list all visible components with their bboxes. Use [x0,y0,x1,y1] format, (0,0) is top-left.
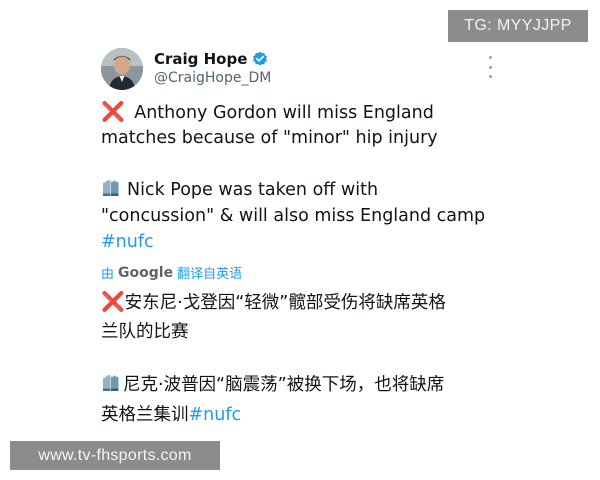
avatar-image [101,48,143,90]
translation-block-1: ❌安东尼·戈登因“轻微”髋部受伤将缺席英格 兰队的比赛 [101,287,446,347]
translated-by-google[interactable]: 由 Google 翻译自英语 [101,263,243,283]
translation-hashtag-link[interactable]: #nufc [189,405,242,425]
translation-line-2: 兰队的比赛 [101,322,189,342]
author-avatar[interactable] [101,48,143,90]
hashtag-link[interactable]: #nufc [101,229,485,255]
watermark-top: TG: MYYJJPP [448,10,588,42]
translation-line-1-text: 安东尼·戈登因“轻微”髋部受伤将缺席英格 [124,293,446,313]
tweet-text-block-2: Nick Pope was taken off with "concussion… [101,177,485,255]
translation-line-1: ❌安东尼·戈登因“轻微”髋部受伤将缺席英格 [101,287,446,317]
more-dot-icon [488,56,492,59]
gloves-icon [101,374,121,392]
tweet-line-3: Nick Pope was taken off with [101,177,485,203]
author-handle[interactable]: @CraigHope_DM [154,70,271,86]
tweet-card: TG: MYYJJPP Craig Hope @CraigHope_DM ❌ A… [0,0,600,480]
cross-mark-icon: ❌ [101,291,125,313]
translation-line-3: 尼克·波普因“脑震荡”被换下场，也将缺席 [101,370,444,400]
more-dot-icon [488,75,492,78]
tweet-text-block-1: ❌ Anthony Gordon will miss England match… [101,99,438,151]
translate-by-label: 由 [101,267,115,282]
more-options-button[interactable] [485,56,495,78]
gloves-icon [101,179,121,197]
more-dot-icon [488,65,492,69]
translate-action-label: 翻译自英语 [177,267,243,282]
watermark-bottom: www.tv-fhsports.com [10,441,220,470]
tweet-line-2: matches because of "minor" hip injury [101,128,438,148]
verified-badge-icon [252,51,268,67]
translation-line-4: 英格兰集训#nufc [101,400,444,430]
translation-line-3-text: 尼克·波普因“脑震荡”被换下场，也将缺席 [123,375,445,395]
author-display-name[interactable]: Craig Hope [154,50,247,68]
translation-block-2: 尼克·波普因“脑震荡”被换下场，也将缺席 英格兰集训#nufc [101,370,444,430]
tweet-line-1-text: Anthony Gordon will miss England [128,103,434,123]
tweet-line-3-text: Nick Pope was taken off with [127,180,379,200]
cross-mark-icon: ❌ [101,101,125,123]
tweet-line-1: ❌ Anthony Gordon will miss England [101,99,438,125]
google-logo: Google [118,264,174,281]
tweet-line-4: "concussion" & will also miss England ca… [101,206,486,226]
translation-line-4-text: 英格兰集训 [101,405,189,425]
author-name-row: Craig Hope [154,48,268,70]
